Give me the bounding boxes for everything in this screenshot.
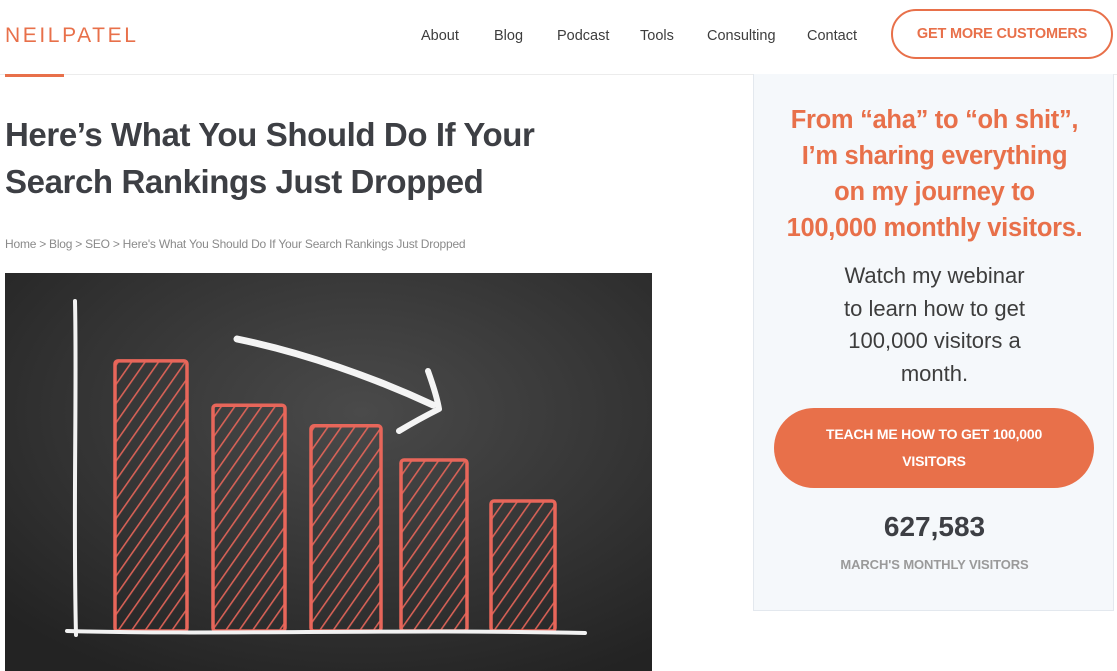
nav-podcast[interactable]: Podcast xyxy=(557,28,609,44)
breadcrumb: Home > Blog > SEO > Here's What You Should Do … xyxy=(5,237,466,251)
chart-bar xyxy=(399,458,469,633)
nav-about[interactable]: About xyxy=(421,28,459,44)
webinar-sidebar: From “aha” to “oh shit”, I’m sharing eve… xyxy=(753,74,1114,611)
monthly-visitors-count: 627,583 xyxy=(883,511,986,542)
sidebar-headline-line: on my journey to xyxy=(834,178,1035,206)
breadcrumb-separator: > xyxy=(112,237,120,251)
site-header: NEILPATEL About Blog Podcast Tools Consu… xyxy=(0,0,1117,75)
nav-blog[interactable]: Blog xyxy=(494,28,523,44)
article-title: Here’s What You Should Do If Your Search… xyxy=(5,111,605,205)
logo-underline xyxy=(5,74,64,77)
declining-bar-chart-illustration xyxy=(5,273,652,671)
chalk-x-axis xyxy=(65,629,587,635)
sidebar-headline: From “aha” to “oh shit”, I’m sharing eve… xyxy=(754,102,1115,246)
breadcrumb-blog[interactable]: Blog xyxy=(49,237,72,251)
breadcrumb-seo[interactable]: SEO xyxy=(85,237,110,251)
site-logo[interactable]: NEILPATEL xyxy=(5,24,139,48)
sidebar-headline-line: 100,000 monthly visitors. xyxy=(786,214,1083,242)
sidebar-subtext: Watch my webinar to learn how to get 100… xyxy=(814,260,1055,390)
get-more-customers-button[interactable]: GET MORE CUSTOMERS xyxy=(891,9,1113,59)
article-title-line-2: Search Rankings Just Dropped xyxy=(5,163,484,200)
chalk-y-axis xyxy=(72,299,78,637)
article-title-line-1: Here’s What You Should Do If Your xyxy=(5,116,535,153)
breadcrumb-home[interactable]: Home xyxy=(5,237,36,251)
monthly-visitors-label: MARCH'S MONTHLY VISITORS xyxy=(840,557,1029,572)
sidebar-subtext-line: Watch my webinar xyxy=(844,263,1025,288)
chart-bar xyxy=(489,499,557,633)
breadcrumb-current: Here's What You Should Do If Your Search… xyxy=(122,237,466,251)
chart-bar xyxy=(211,403,287,633)
sidebar-subtext-line: month. xyxy=(900,360,969,386)
nav-contact[interactable]: Contact xyxy=(807,28,857,44)
chart-bar xyxy=(113,359,189,633)
breadcrumb-separator: > xyxy=(39,237,47,251)
sidebar-subtext-line: to learn how to get xyxy=(843,295,1025,321)
sidebar-subtext-line: 100,000 visitors a xyxy=(848,328,1021,353)
sidebar-headline-line: I’m sharing everything xyxy=(801,142,1068,170)
hero-image-declining-chart xyxy=(5,273,652,671)
sidebar-headline-line: From “aha” to “oh shit”, xyxy=(790,106,1079,134)
breadcrumb-separator: > xyxy=(75,237,83,251)
chart-bar xyxy=(309,424,383,633)
teach-me-webinar-button[interactable]: TEACH ME HOW TO GET 100,000 VISITORS xyxy=(774,408,1094,488)
nav-tools[interactable]: Tools xyxy=(640,28,674,44)
nav-consulting[interactable]: Consulting xyxy=(707,28,776,44)
